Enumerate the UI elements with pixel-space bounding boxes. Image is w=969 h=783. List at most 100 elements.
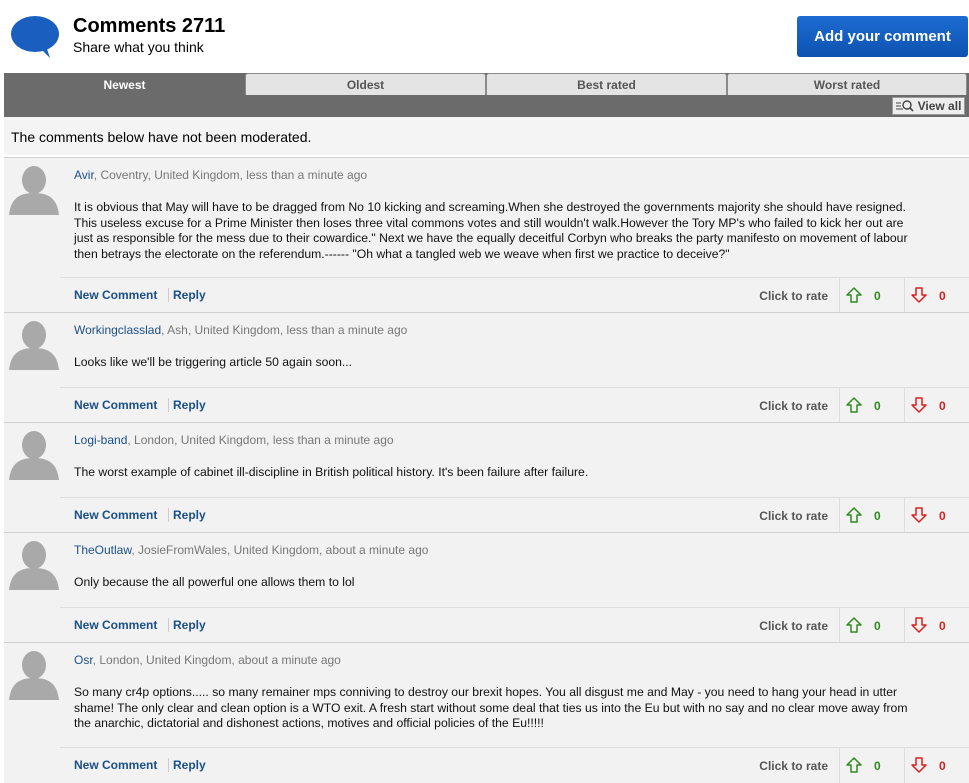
reply-link[interactable]: Reply xyxy=(173,758,206,772)
comment-meta: Logi-band, London, United Kingdom, less … xyxy=(74,433,394,447)
comment-location-time: , London, United Kingdom, about a minute… xyxy=(92,653,341,667)
tab-best-rated[interactable]: Best rated xyxy=(486,73,727,95)
action-divider xyxy=(168,508,169,522)
downvote-count: 0 xyxy=(939,289,946,303)
new-comment-link[interactable]: New Comment xyxy=(74,398,157,412)
comment-item: Osr, London, United Kingdom, about a min… xyxy=(4,642,969,783)
comment-item: Workingclasslad, Ash, United Kingdom, le… xyxy=(4,312,969,424)
avatar-placeholder-icon xyxy=(7,536,61,590)
avatar-placeholder-icon xyxy=(7,316,61,370)
arrow-down-icon[interactable] xyxy=(911,287,927,303)
click-to-rate-label: Click to rate xyxy=(759,509,828,523)
comment-text-line: shame! The only clear and clean option i… xyxy=(74,700,908,715)
upvote-count: 0 xyxy=(874,289,881,303)
comment-meta: TheOutlaw, JosieFromWales, United Kingdo… xyxy=(74,543,428,557)
comment-author[interactable]: Osr xyxy=(74,653,93,667)
upvote-control[interactable]: 0 xyxy=(839,608,904,644)
arrow-up-icon[interactable] xyxy=(846,757,862,773)
comment-actions: New Comment Reply Click to rate 0 0 xyxy=(60,277,969,314)
comment-location-time: , Ash, United Kingdom, less than a minut… xyxy=(161,323,408,337)
downvote-control[interactable]: 0 xyxy=(904,498,969,534)
reply-link[interactable]: Reply xyxy=(173,618,206,632)
avatar-placeholder-icon xyxy=(7,646,61,700)
action-divider xyxy=(168,758,169,772)
comment-location-time: , London, United Kingdom, less than a mi… xyxy=(127,433,394,447)
comment-text-line: just as responsible for the mess due to … xyxy=(74,231,908,245)
comment-item: TheOutlaw, JosieFromWales, United Kingdo… xyxy=(4,532,969,644)
arrow-down-icon[interactable] xyxy=(911,757,927,773)
downvote-control[interactable]: 0 xyxy=(904,388,969,424)
arrow-down-icon[interactable] xyxy=(911,507,927,523)
click-to-rate-label: Click to rate xyxy=(759,399,828,413)
click-to-rate-label: Click to rate xyxy=(759,289,828,303)
new-comment-link[interactable]: New Comment xyxy=(74,508,157,522)
comment-actions: New Comment Reply Click to rate 0 0 xyxy=(60,387,969,424)
new-comment-link[interactable]: New Comment xyxy=(74,288,157,302)
arrow-up-icon[interactable] xyxy=(846,287,862,303)
comment-text-line: then betrays the electorate on the refer… xyxy=(74,246,730,261)
comment-location-time: , Coventry, United Kingdom, less than a … xyxy=(93,168,368,182)
reply-link[interactable]: Reply xyxy=(173,288,206,302)
downvote-control[interactable]: 0 xyxy=(904,608,969,644)
comment-actions: New Comment Reply Click to rate 0 0 xyxy=(60,497,969,534)
comment-body: So many cr4p options..... so many remain… xyxy=(74,685,954,732)
comment-body: Only because the all powerful one allows… xyxy=(74,575,954,591)
reply-link[interactable]: Reply xyxy=(173,398,206,412)
arrow-up-icon[interactable] xyxy=(846,617,862,633)
comment-author[interactable]: Workingclasslad xyxy=(74,323,161,337)
comment-item: Logi-band, London, United Kingdom, less … xyxy=(4,422,969,534)
comment-text-line: the anarchic, dictatorial and dishonest … xyxy=(74,716,544,730)
downvote-count: 0 xyxy=(939,759,946,773)
comment-author[interactable]: TheOutlaw xyxy=(74,543,131,557)
comment-body: The worst example of cabinet ill-discipl… xyxy=(74,465,954,481)
downvote-control[interactable]: 0 xyxy=(904,748,969,783)
tab-oldest[interactable]: Oldest xyxy=(245,73,486,95)
sort-tab-bar: Newest Oldest Best rated Worst rated Vie… xyxy=(4,73,969,117)
page-subtitle: Share what you think xyxy=(73,39,204,55)
action-divider xyxy=(168,398,169,412)
tab-worst-rated[interactable]: Worst rated xyxy=(727,73,967,95)
click-to-rate-label: Click to rate xyxy=(759,759,828,773)
upvote-control[interactable]: 0 xyxy=(839,748,904,783)
reply-link[interactable]: Reply xyxy=(173,508,206,522)
comment-text-line: The worst example of cabinet ill-discipl… xyxy=(74,465,589,479)
arrow-down-icon[interactable] xyxy=(911,617,927,633)
downvote-count: 0 xyxy=(939,399,946,413)
comment-location-time: , JosieFromWales, United Kingdom, about … xyxy=(131,543,429,557)
new-comment-link[interactable]: New Comment xyxy=(74,758,157,772)
downvote-count: 0 xyxy=(939,509,946,523)
comment-item: Avir, Coventry, United Kingdom, less tha… xyxy=(4,157,969,314)
upvote-count: 0 xyxy=(874,759,881,773)
comment-actions: New Comment Reply Click to rate 0 0 xyxy=(60,747,969,783)
upvote-control[interactable]: 0 xyxy=(839,278,904,314)
moderation-notice: The comments below have not been moderat… xyxy=(4,117,969,155)
arrow-down-icon[interactable] xyxy=(911,397,927,413)
view-all-button[interactable]: View all xyxy=(892,97,965,115)
click-to-rate-label: Click to rate xyxy=(759,619,828,633)
view-all-label: View all xyxy=(917,99,962,113)
arrow-up-icon[interactable] xyxy=(846,397,862,413)
arrow-up-icon[interactable] xyxy=(846,507,862,523)
comment-body: Looks like we'll be triggering article 5… xyxy=(74,355,954,371)
upvote-count: 0 xyxy=(874,509,881,523)
downvote-count: 0 xyxy=(939,619,946,633)
comment-meta: Osr, London, United Kingdom, about a min… xyxy=(74,653,341,667)
upvote-count: 0 xyxy=(874,619,881,633)
new-comment-link[interactable]: New Comment xyxy=(74,618,157,632)
magnifier-list-icon xyxy=(895,100,914,112)
comment-body: It is obvious that May will have to be d… xyxy=(74,200,954,262)
downvote-control[interactable]: 0 xyxy=(904,278,969,314)
upvote-control[interactable]: 0 xyxy=(839,498,904,534)
tab-newest[interactable]: Newest xyxy=(4,73,245,95)
avatar-placeholder-icon xyxy=(7,161,61,215)
comment-author[interactable]: Avir xyxy=(74,168,94,182)
upvote-control[interactable]: 0 xyxy=(839,388,904,424)
page-title: Comments 2711 xyxy=(73,15,226,37)
action-divider xyxy=(168,288,169,302)
comment-text-line: Only because the all powerful one allows… xyxy=(74,575,355,589)
comment-text-line: It is obvious that May will have to be d… xyxy=(74,200,906,214)
speech-bubble-icon xyxy=(11,16,59,58)
add-comment-button[interactable]: Add your comment xyxy=(797,16,968,57)
action-divider xyxy=(168,618,169,632)
comment-author[interactable]: Logi-band xyxy=(74,433,127,447)
